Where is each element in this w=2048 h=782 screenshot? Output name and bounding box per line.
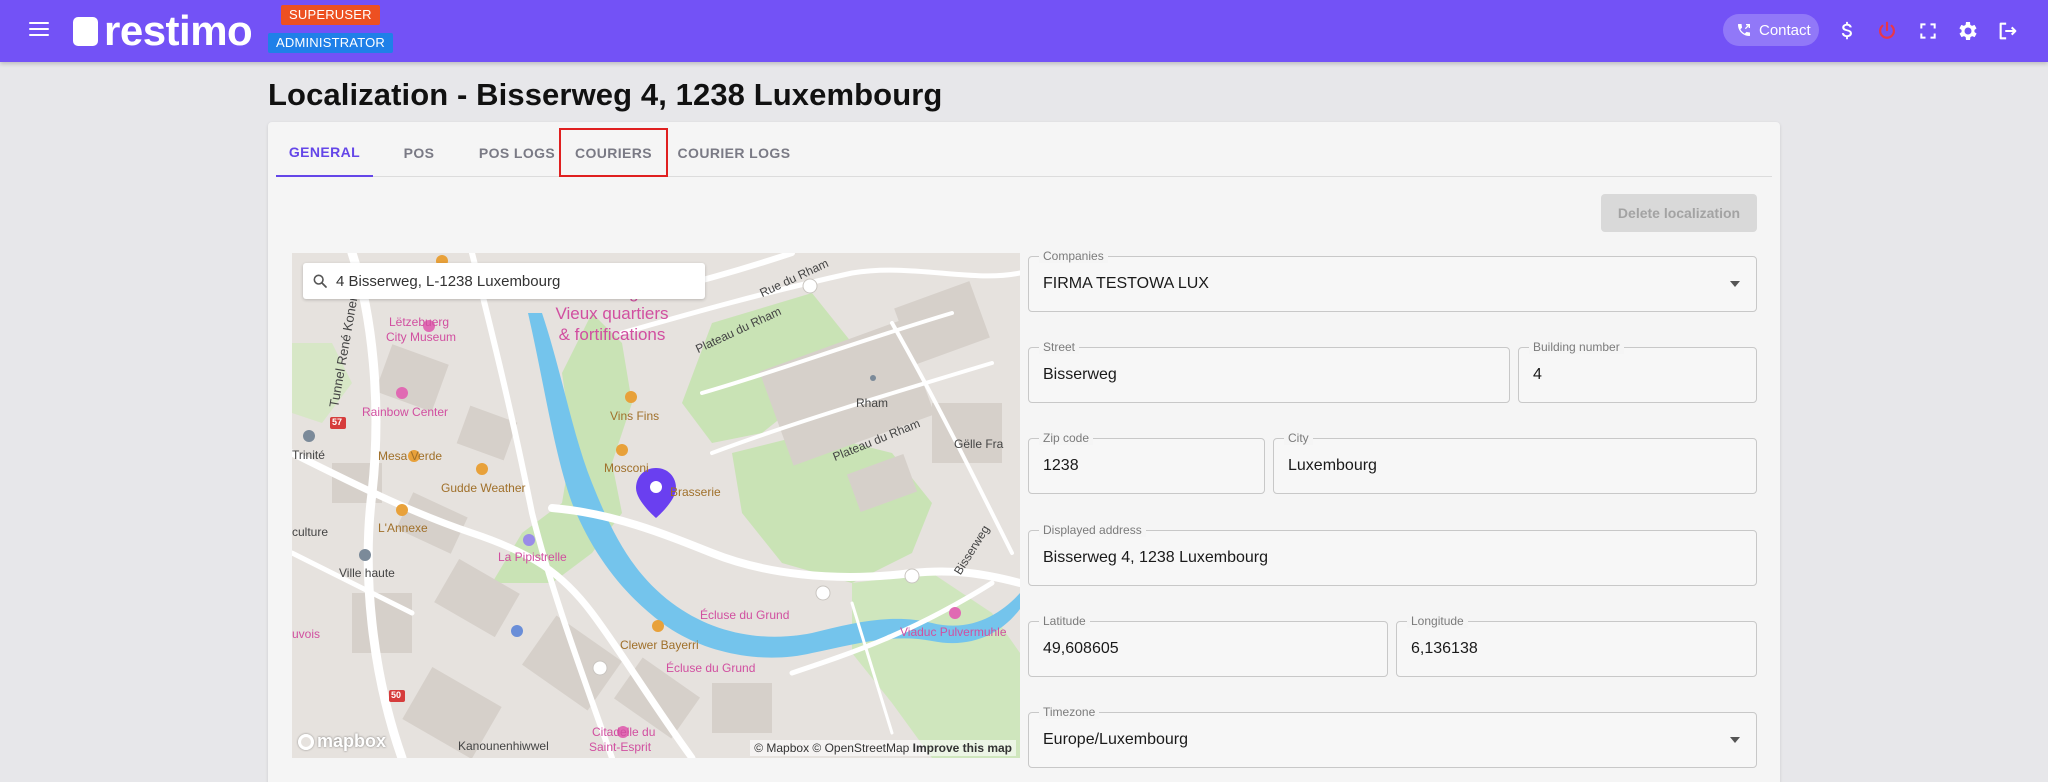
tabs-bar: GENERAL POS POS LOGS COURIERS COURIER LO… [276,128,1772,177]
map-label: Écluse du Grund [700,608,790,622]
map-label: Gëlle Fra [954,437,1004,451]
map-label: Vieux quartiers [555,304,669,323]
building-number-label: Building number [1529,340,1624,354]
map-search-value: 4 Bisserweg, L-1238 Luxembourg [336,272,561,290]
dropdown-arrow-icon [1730,737,1740,743]
map-attribution[interactable]: © Mapbox © OpenStreetMap Improve this ma… [750,740,1016,756]
page-title: Localization - Bisserweg 4, 1238 Luxembo… [268,77,943,112]
improve-map-link[interactable]: Improve this map [913,741,1012,755]
building-number-value: 4 [1533,366,1542,383]
latitude-field[interactable]: Latitude 49,608605 [1028,614,1388,677]
map-label: Vins Fins [610,409,660,423]
map-label: uvois [292,627,321,641]
map-label: La Pipistrelle [498,550,567,564]
map-label: Écluse du Grund [666,661,756,675]
zip-code-value: 1238 [1043,457,1079,474]
timezone-value: Europe/Luxembourg [1043,731,1188,748]
map-label: & fortifications [558,325,666,344]
power-icon[interactable] [1874,18,1900,44]
road-shield: 57 [332,417,343,427]
top-bar: restimo SUPERUSER ADMINISTRATOR Contact [0,0,2048,62]
building-number-field[interactable]: Building number 4 [1518,340,1757,403]
map-label: Citadelle du [592,725,656,739]
logo-mark [73,16,98,46]
map-label: Mosconi [604,461,649,475]
search-icon [313,274,327,288]
zip-code-field[interactable]: Zip code 1238 [1028,431,1265,494]
map-label: Ville haute [339,566,395,580]
logo[interactable]: restimo [73,7,253,54]
latitude-value: 49,608605 [1043,640,1119,657]
map-label: Brasserie [670,485,721,499]
timezone-select[interactable]: Timezone Europe/Luxembourg [1028,705,1757,768]
longitude-field[interactable]: Longitude 6,136138 [1396,614,1757,677]
displayed-address-field[interactable]: Displayed address Bisserweg 4, 1238 Luxe… [1028,523,1757,586]
dropdown-arrow-icon [1730,281,1740,287]
settings-gear-icon[interactable] [1955,18,1981,44]
map-label: Clewer Bayerri [620,638,699,652]
city-value: Luxembourg [1288,457,1377,474]
logo-text: restimo [104,7,253,54]
map-label: Rainbow Center [362,405,449,419]
companies-value: FIRMA TESTOWA LUX [1043,275,1209,292]
tab-courier-logs[interactable]: COURIER LOGS [668,128,800,177]
tab-general[interactable]: GENERAL [276,128,373,177]
superuser-badge: SUPERUSER [281,5,380,25]
tab-pos[interactable]: POS [373,128,465,177]
dollar-icon[interactable] [1834,18,1860,44]
mapbox-icon [298,733,314,750]
mapbox-logo[interactable]: mapbox [298,731,386,752]
map[interactable]: Rue du Rham Tunnel René Konen Lëtzebuerg… [292,253,1020,758]
map-label: Rham [856,396,889,410]
map-search-box[interactable]: 4 Bisserweg, L-1238 Luxembourg [303,263,705,299]
map-label: Trinité [292,448,325,462]
contact-label: Contact [1759,21,1811,39]
fullscreen-icon[interactable] [1915,18,1941,44]
tab-pos-logs[interactable]: POS LOGS [465,128,569,177]
map-label: Mesa Verde [378,449,443,463]
logout-icon[interactable] [1995,18,2021,44]
map-label: Lëtzebuerg [389,315,450,329]
street-value: Bisserweg [1043,366,1117,383]
map-label: L'Annexe [378,521,428,535]
localization-card: GENERAL POS POS LOGS COURIERS COURIER LO… [268,122,1780,782]
road-shield: 50 [391,690,402,700]
map-label: Gudde Weather [441,481,526,495]
map-label: City Museum [386,330,457,344]
phone-icon [1738,24,1750,36]
map-label: Kanounenhiwwel [458,739,549,753]
map-label: Viaduc Pulvermuhle [900,625,1007,639]
map-label: culture [292,525,329,539]
administrator-badge: ADMINISTRATOR [268,33,394,53]
map-label: Saint-Esprit [589,740,652,754]
companies-select[interactable]: Companies FIRMA TESTOWA LUX [1028,249,1757,312]
displayed-address-value: Bisserweg 4, 1238 Luxembourg [1043,549,1269,566]
city-field[interactable]: City Luxembourg [1273,431,1757,494]
menu-icon[interactable] [26,18,52,42]
street-field[interactable]: Street Bisserweg [1028,340,1510,403]
tab-couriers[interactable]: COURIERS [559,128,668,177]
delete-localization-button[interactable]: Delete localization [1601,194,1757,232]
contact-button[interactable]: Contact [1723,14,1819,46]
longitude-value: 6,136138 [1411,640,1478,657]
